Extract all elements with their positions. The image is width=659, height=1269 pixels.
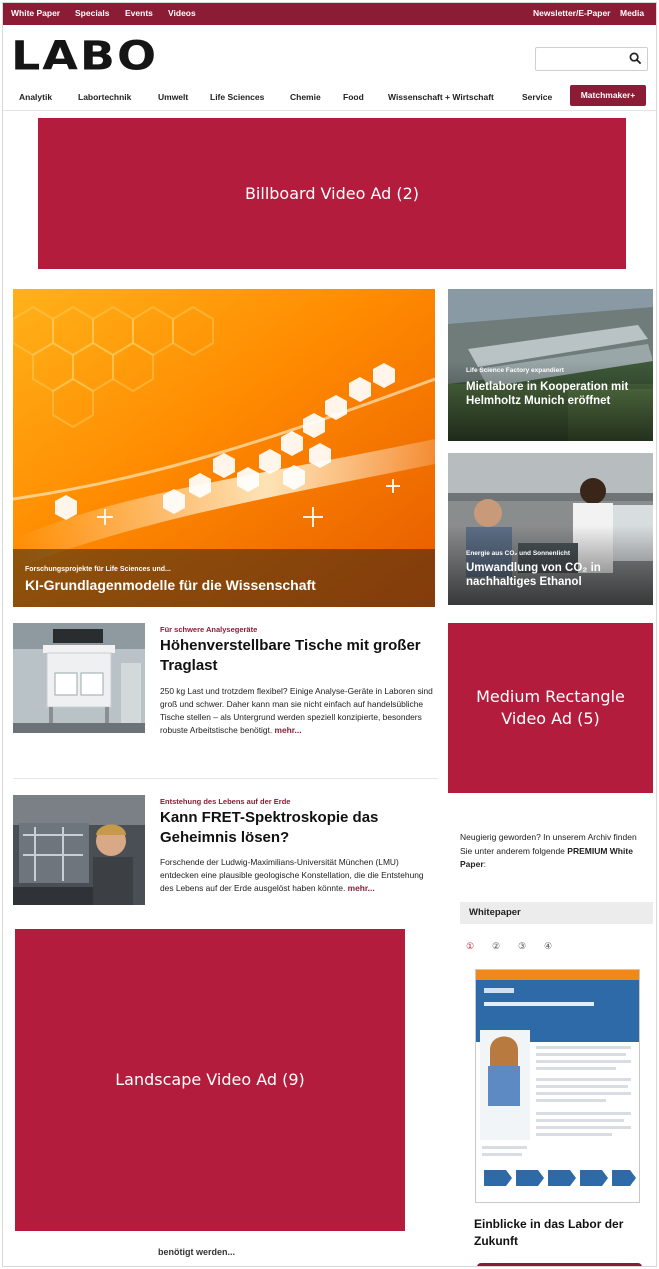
search-input[interactable] [535,47,648,71]
whitepaper-pager-1[interactable]: ① [466,941,474,952]
article-kicker: Entstehung des Lebens auf der Erde [160,797,291,806]
article-teaser: Forschende der Ludwig-Maximilians-Univer… [160,856,433,895]
article-more-link[interactable]: mehr... [275,725,302,735]
topbar-link-newsletter[interactable]: Newsletter/E-Paper [533,8,610,18]
whitepaper-pager-4[interactable]: ④ [544,941,552,952]
whitepaper-heading: Whitepaper [460,902,653,924]
nav-item-chemie[interactable]: Chemie [290,92,321,102]
hero-title[interactable]: KI-Grundlagenmodelle für die Wissenschaf… [25,577,316,593]
article-more-link[interactable]: mehr... [348,883,375,893]
topbar-link-videos[interactable]: Videos [168,8,196,18]
top-utility-bar: White Paper Specials Events Videos Newsl… [3,3,656,25]
article-thumbnail[interactable] [13,795,145,905]
topbar-link-events[interactable]: Events [125,8,153,18]
nav-item-analytik[interactable]: Analytik [19,92,52,102]
nav-item-labortechnik[interactable]: Labortechnik [78,92,131,102]
archive-teaser: Neugierig geworden? In unserem Archiv fi… [460,831,650,872]
article-thumbnail[interactable] [13,623,145,733]
nav-divider [3,110,656,111]
matchmaker-button[interactable]: Matchmaker+ [570,85,646,106]
whitepaper-pager-3[interactable]: ③ [518,941,526,952]
topbar-link-specials[interactable]: Specials [75,8,110,18]
topbar-link-media[interactable]: Media [620,8,644,18]
article-thumbnail-image [13,623,145,733]
page-frame: White Paper Specials Events Videos Newsl… [2,2,657,1267]
nav-item-food[interactable]: Food [343,92,364,102]
whitepaper-cover-image [476,970,639,1202]
whitepaper-pager-2[interactable]: ② [492,941,500,952]
nav-item-service[interactable]: Service [522,92,552,102]
side-story[interactable]: Energie aus CO₂ und Sonnenlicht Umwandlu… [448,453,653,605]
side-story-title[interactable]: Umwandlung von CO₂ in nachhaltiges Ethan… [466,561,651,589]
billboard-video-ad[interactable]: Billboard Video Ad (2) [38,118,626,269]
cut-off-text: benötigt werden... [158,1247,236,1257]
side-story-title[interactable]: Mietlabore in Kooperation mit Helmholtz … [466,380,651,408]
article-title[interactable]: Höhenverstellbare Tische mit großer Trag… [160,636,430,675]
article-kicker: Für schwere Analysegeräte [160,625,258,634]
whitepaper-cover[interactable] [475,969,640,1203]
nav-item-life-sciences[interactable]: Life Sciences [210,92,264,102]
hero-kicker: Forschungsprojekte für Life Sciences und… [25,566,171,573]
article-separator [13,778,438,779]
whitepaper-title[interactable]: Einblicke in das Labor der Zukunft [474,1216,649,1250]
hero-story[interactable]: Forschungsprojekte für Life Sciences und… [13,289,435,607]
article-thumbnail-image [13,795,145,905]
side-story[interactable]: Life Science Factory expandiert Mietlabo… [448,289,653,441]
archive-suffix: : [483,859,486,870]
side-story-kicker: Life Science Factory expandiert [466,367,564,374]
topbar-link-white-paper[interactable]: White Paper [11,8,60,18]
site-logo[interactable]: LABO [11,35,158,75]
search-icon[interactable] [629,52,642,65]
nav-item-wissenschaft-wirtschaft[interactable]: Wissenschaft + Wirtschaft [388,92,494,102]
nav-item-umwelt[interactable]: Umwelt [158,92,188,102]
article-teaser: 250 kg Last und trotzdem flexibel? Einig… [160,685,433,737]
article-title[interactable]: Kann FRET-Spektroskopie das Geheimnis lö… [160,808,430,847]
medium-rectangle-video-ad[interactable]: Medium Rectangle Video Ad (5) [448,623,653,793]
whitepaper-download-button[interactable] [477,1263,642,1266]
landscape-video-ad[interactable]: Landscape Video Ad (9) [15,929,405,1231]
article-teaser-text: Forschende der Ludwig-Maximilians-Univer… [160,857,424,894]
side-story-kicker: Energie aus CO₂ und Sonnenlicht [466,550,571,557]
